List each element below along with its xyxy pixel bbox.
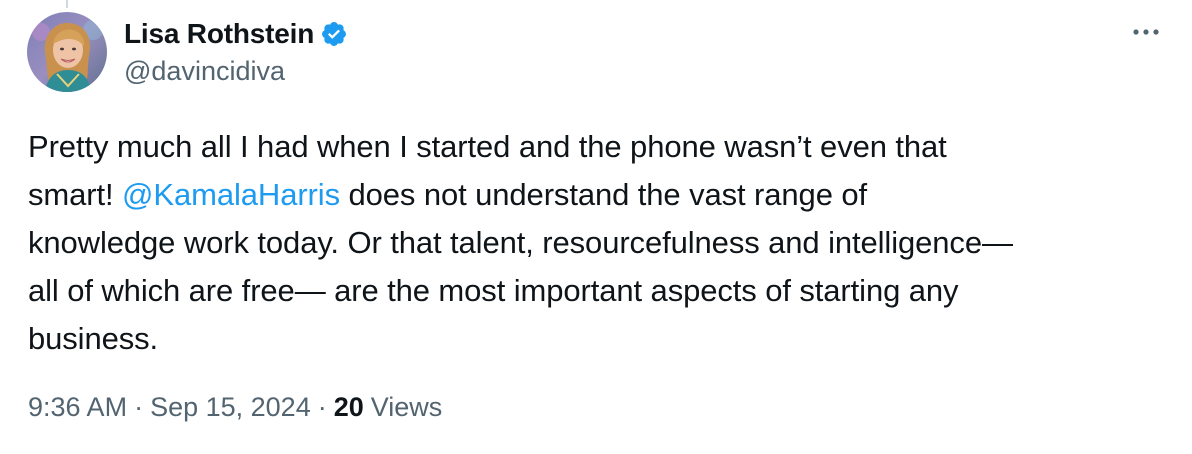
tweet-text-line: all of which are free— are the most impo… — [28, 273, 959, 308]
avatar[interactable] — [27, 12, 107, 92]
verified-badge-icon[interactable] — [320, 20, 348, 48]
more-horizontal-icon — [1133, 29, 1159, 35]
meta-separator: · — [317, 392, 327, 422]
tweet-text-line: Pretty much all I had when I started and… — [28, 129, 947, 164]
tweet-date[interactable]: Sep 15, 2024 — [150, 392, 311, 423]
author-handle[interactable]: @davincidiva — [124, 56, 285, 87]
tweet-time[interactable]: 9:36 AM — [28, 392, 127, 423]
tweet-text: Pretty much all I had when I started and… — [28, 123, 1168, 363]
author-display-name[interactable]: Lisa Rothstein — [124, 18, 314, 50]
mention-link[interactable]: @KamalaHarris — [122, 177, 340, 212]
avatar-image — [27, 12, 107, 92]
tweet-text-line: business. — [28, 321, 159, 356]
more-options-button[interactable] — [1126, 18, 1166, 46]
views-count: 20 — [333, 392, 364, 422]
tweet-text-segment: does not understand the vast range of — [339, 177, 867, 212]
tweet-text-line: knowledge work today. Or that talent, re… — [28, 225, 1013, 260]
views-label: Views — [370, 392, 443, 422]
tweet-meta: 9:36 AM · Sep 15, 2024 · 20 Views — [28, 392, 442, 423]
tweet-text-line: smart! @KamalaHarris does not understand… — [28, 171, 1168, 219]
meta-separator: · — [134, 392, 144, 422]
author-name-row: Lisa Rothstein — [124, 14, 348, 54]
thread-connector-line — [66, 0, 68, 8]
tweet-text-segment: smart! — [28, 177, 123, 212]
